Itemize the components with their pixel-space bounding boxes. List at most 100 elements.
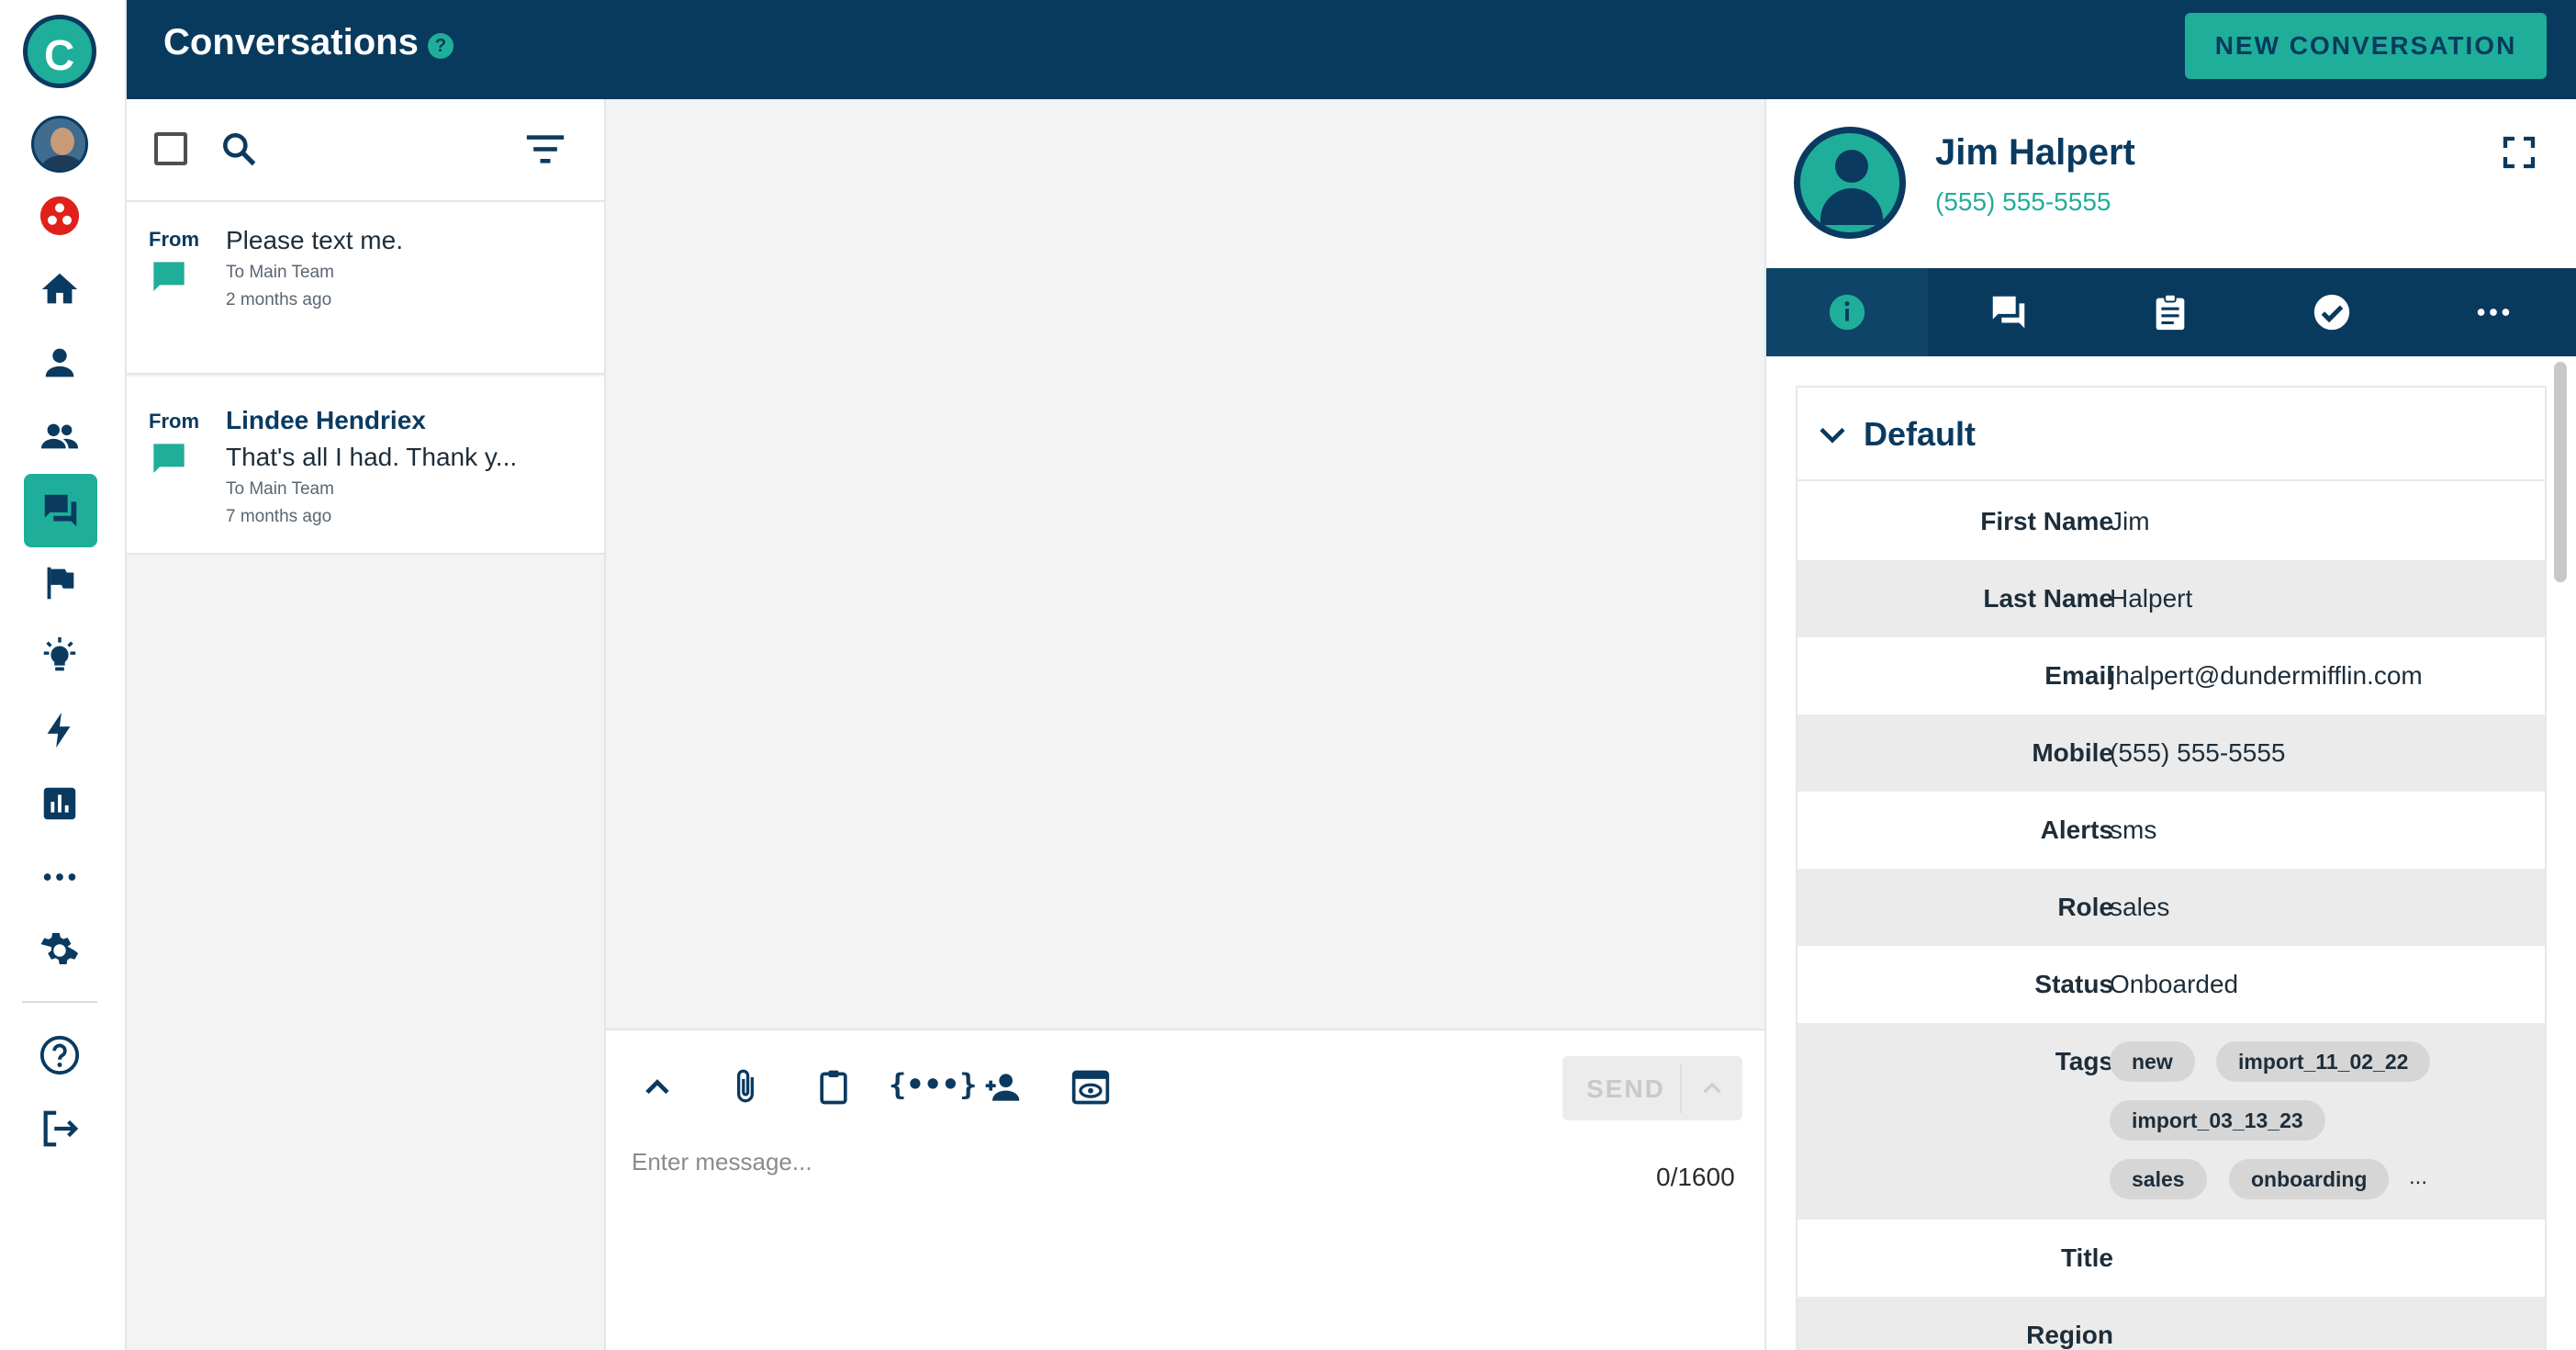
tab-tasks[interactable] (2251, 268, 2413, 356)
from-label: From (149, 228, 199, 251)
gear-icon[interactable] (31, 922, 88, 979)
field-label: Tags (2055, 1047, 2113, 1075)
more-tags-indicator[interactable]: ... (2409, 1164, 2427, 1190)
send-button[interactable]: SEND (1562, 1056, 1742, 1120)
field-label: Role (2057, 893, 2113, 921)
field-label: Mobile (2032, 738, 2113, 767)
person-icon[interactable] (31, 334, 88, 391)
conversation-recipient: To Main Team (226, 479, 334, 499)
conversation-message: Please text me. (226, 226, 403, 254)
select-all-checkbox[interactable] (154, 132, 187, 165)
field-value[interactable]: sales (2110, 893, 2169, 922)
field-row: Title (1798, 1220, 2545, 1297)
chat-bubble-icon (153, 444, 185, 473)
lightbulb-icon[interactable] (31, 628, 88, 685)
people-icon[interactable] (31, 408, 88, 465)
filter-icon[interactable] (525, 132, 566, 165)
contact-panel: Jim Halpert (555) 555-5555 Default First… (1766, 99, 2576, 1350)
attachment-icon[interactable] (722, 1063, 769, 1111)
field-label: Alerts (2040, 816, 2113, 844)
home-icon[interactable] (31, 261, 88, 318)
conversation-time: 7 months ago (226, 507, 332, 526)
left-nav-rail: C (0, 0, 127, 1350)
tab-notes[interactable] (2089, 268, 2251, 356)
chat-icon[interactable] (24, 474, 97, 547)
field-row: First Name Jim (1798, 483, 2545, 560)
conversation-list: From Please text me. To Main Team 2 mont… (127, 99, 606, 1350)
field-value[interactable]: sms (2110, 816, 2156, 845)
tab-conversations[interactable] (1928, 268, 2089, 356)
panel-scrollbar[interactable] (2554, 362, 2567, 582)
tag-chip[interactable]: onboarding (2229, 1159, 2390, 1199)
chevron-down-icon (1820, 427, 1845, 444)
field-label: Region (2026, 1321, 2113, 1349)
check-circle-icon (2313, 294, 2350, 331)
top-bar: Conversations ? NEW CONVERSATION (127, 0, 2576, 99)
field-row: Alerts sms (1798, 792, 2545, 869)
tag-chip[interactable]: sales (2110, 1159, 2207, 1199)
field-row: Region (1798, 1297, 2545, 1350)
field-label: Status (2034, 970, 2113, 998)
conversation-item[interactable]: From Lindee Hendriex That's all I had. T… (127, 377, 604, 555)
section-title: Default (1864, 415, 1977, 453)
field-value[interactable]: (555) 555-5555 (2110, 738, 2285, 768)
field-label: Title (2060, 1243, 2113, 1272)
user-avatar[interactable] (31, 116, 88, 173)
tab-info[interactable] (1766, 268, 1928, 356)
tag-chip[interactable]: import_11_02_22 (2216, 1041, 2431, 1082)
message-thread: {•••} SEND Enter message... 0/1600 (606, 99, 1766, 1350)
field-value[interactable]: Jim (2110, 507, 2150, 536)
clipboard-icon[interactable] (810, 1063, 857, 1111)
contact-phone[interactable]: (555) 555-5555 (1935, 187, 2111, 217)
contact-avatar (1794, 127, 1906, 239)
more-horizontal-icon[interactable] (31, 849, 88, 906)
character-counter: 0/1600 (1656, 1163, 1735, 1191)
fullscreen-icon[interactable] (2501, 134, 2537, 171)
tag-chip[interactable]: import_03_13_23 (2110, 1100, 2325, 1141)
chat-icon (1992, 296, 2025, 329)
lightning-icon[interactable] (31, 702, 88, 759)
send-label: SEND (1586, 1074, 1665, 1103)
field-label: First Name (1980, 507, 2113, 535)
chevron-up-icon[interactable] (633, 1063, 681, 1111)
tag-chip[interactable]: new (2110, 1041, 2195, 1082)
chart-icon[interactable] (31, 775, 88, 832)
field-row-tags: Tags new import_11_02_22 import_03_13_23… (1798, 1023, 2545, 1220)
brand-logo-icon[interactable]: C (23, 15, 96, 88)
help-icon[interactable]: ? (428, 33, 454, 59)
flag-icon[interactable] (31, 555, 88, 612)
field-label: Last Name (1983, 584, 2113, 613)
field-row: Role sales (1798, 869, 2545, 946)
preview-icon[interactable] (1067, 1063, 1114, 1111)
variables-icon[interactable]: {•••} (889, 1067, 977, 1102)
page-title: Conversations (163, 22, 419, 62)
list-toolbar (127, 99, 604, 202)
field-value[interactable]: Onboarded (2110, 970, 2238, 999)
field-value[interactable]: Halpert (2110, 584, 2192, 613)
field-row: Email jhalpert@dundermifflin.com (1798, 637, 2545, 714)
contact-details: Default First Name Jim Last Name Halpert… (1796, 386, 2547, 1350)
contact-name: Jim Halpert (1935, 132, 2135, 173)
tab-more[interactable] (2413, 268, 2574, 356)
field-row: Last Name Halpert (1798, 560, 2545, 637)
red-dots-icon[interactable] (31, 187, 88, 244)
message-input[interactable]: Enter message... (632, 1148, 812, 1176)
add-contact-icon[interactable] (979, 1063, 1026, 1111)
field-row: Mobile (555) 555-5555 (1798, 714, 2545, 792)
search-icon[interactable] (218, 129, 259, 169)
new-conversation-button[interactable]: NEW CONVERSATION (2185, 13, 2547, 79)
field-row: Status Onboarded (1798, 946, 2545, 1023)
conversation-message: That's all I had. Thank y... (226, 443, 518, 471)
chevron-up-icon[interactable] (1697, 1073, 1728, 1104)
section-header[interactable]: Default (1798, 388, 2545, 481)
field-value[interactable]: jhalpert@dundermifflin.com (2110, 661, 2423, 691)
message-composer: {•••} SEND Enter message... 0/1600 (606, 1029, 1764, 1350)
logout-icon[interactable] (31, 1100, 88, 1157)
help-icon[interactable] (31, 1027, 88, 1084)
conversation-recipient: To Main Team (226, 263, 334, 282)
rail-divider (22, 1001, 97, 1003)
conversation-item[interactable]: From Please text me. To Main Team 2 mont… (127, 202, 604, 375)
conversation-sender: Lindee Hendriex (226, 406, 426, 434)
contact-header: Jim Halpert (555) 555-5555 (1766, 99, 2576, 268)
clipboard-icon (2156, 293, 2185, 331)
